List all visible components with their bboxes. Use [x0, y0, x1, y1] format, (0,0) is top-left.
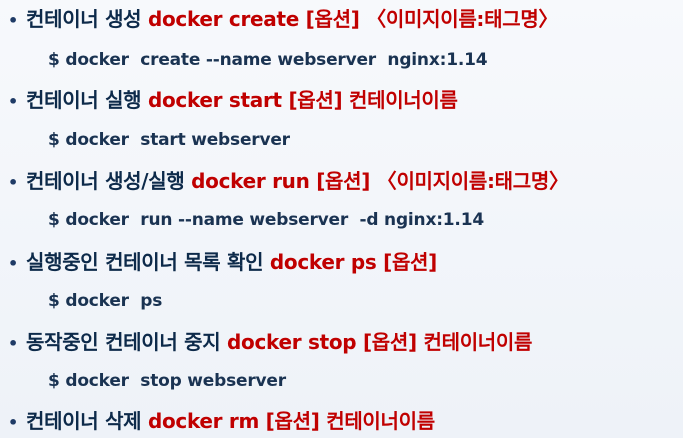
bullet-item-run: • 컨테이너 생성/실행 docker run [옵션] 〈이미지이름:태그명〉 [8, 167, 569, 195]
bullet-icon: • [8, 254, 18, 273]
example-command: $ docker run --name webserver -d nginx:1… [48, 207, 484, 233]
bullet-item-stop: • 동작중인 컨테이너 중지 docker stop [옵션] 컨테이너이름 [8, 328, 532, 356]
bullet-command: docker start [옵션] 컨테이너이름 [147, 88, 458, 112]
bullet-command: docker run [옵션] 〈이미지이름:태그명〉 [191, 169, 569, 193]
bullet-icon: • [8, 11, 18, 30]
example-command-text: $ docker create --name webserver nginx:1… [48, 50, 488, 70]
bullet-description: 컨테이너 삭제 [26, 409, 148, 433]
bullet-item-rm: • 컨테이너 삭제 docker rm [옵션] 컨테이너이름 [8, 407, 435, 435]
example-command-text: $ docker run --name webserver -d nginx:1… [48, 210, 484, 230]
bullet-icon: • [8, 334, 18, 353]
bullet-icon: • [8, 92, 18, 111]
bullet-icon: • [8, 173, 18, 192]
example-command-text: $ docker start webserver [48, 130, 290, 150]
bullet-item-ps: • 실행중인 컨테이너 목록 확인 docker ps [옵션] [8, 248, 437, 276]
example-command: $ docker create --name webserver nginx:1… [48, 47, 488, 73]
example-command-text: $ docker ps [48, 291, 163, 311]
bullet-command: docker stop [옵션] 컨테이너이름 [227, 330, 533, 354]
bullet-command: docker rm [옵션] 컨테이너이름 [147, 409, 435, 433]
bullet-description: 동작중인 컨테이너 중지 [26, 330, 227, 354]
bullet-item-start: • 컨테이너 실행 docker start [옵션] 컨테이너이름 [8, 86, 458, 114]
bullet-description: 컨테이너 생성/실행 [26, 169, 192, 193]
slide: • 컨테이너 생성 docker create [옵션] 〈이미지이름:태그명〉 … [0, 0, 683, 438]
bullet-item-create: • 컨테이너 생성 docker create [옵션] 〈이미지이름:태그명〉 [8, 5, 558, 33]
bullet-description: 컨테이너 생성 [26, 7, 148, 31]
example-command: $ docker stop webserver [48, 368, 286, 394]
example-command: $ docker start webserver [48, 127, 290, 153]
bullet-description: 실행중인 컨테이너 목록 확인 [26, 250, 270, 274]
bullet-icon: • [8, 413, 18, 432]
bullet-command: docker create [옵션] 〈이미지이름:태그명〉 [147, 7, 559, 31]
example-command: $ docker ps [48, 288, 162, 314]
example-command-text: $ docker stop webserver [48, 371, 286, 391]
bullet-command: docker ps [옵션] [269, 250, 437, 274]
bullet-description: 컨테이너 실행 [26, 88, 148, 112]
